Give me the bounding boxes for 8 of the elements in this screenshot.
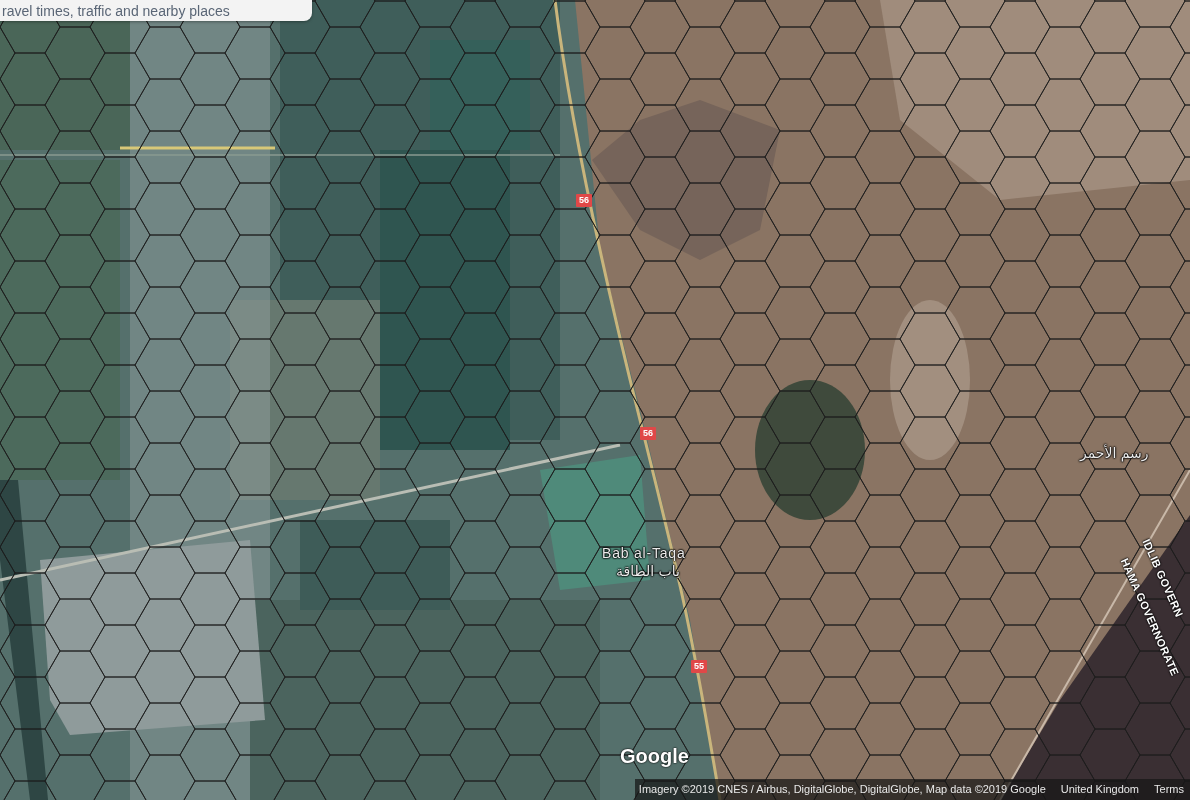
attribution-link[interactable]: United Kingdom	[1060, 783, 1140, 796]
route-shield: 56	[576, 194, 592, 207]
attribution-link[interactable]: Terms	[1154, 783, 1184, 796]
info-card-text: ravel times, traffic and nearby places	[2, 2, 230, 19]
map-logo: Google	[620, 744, 689, 768]
attribution-text: Imagery ©2019 CNES / Airbus, DigitalGlobe, DigitalGlobe, Map data ©2019 Google	[638, 783, 1046, 796]
route-shield: 56	[640, 427, 656, 440]
route-shield: 55	[691, 660, 707, 673]
